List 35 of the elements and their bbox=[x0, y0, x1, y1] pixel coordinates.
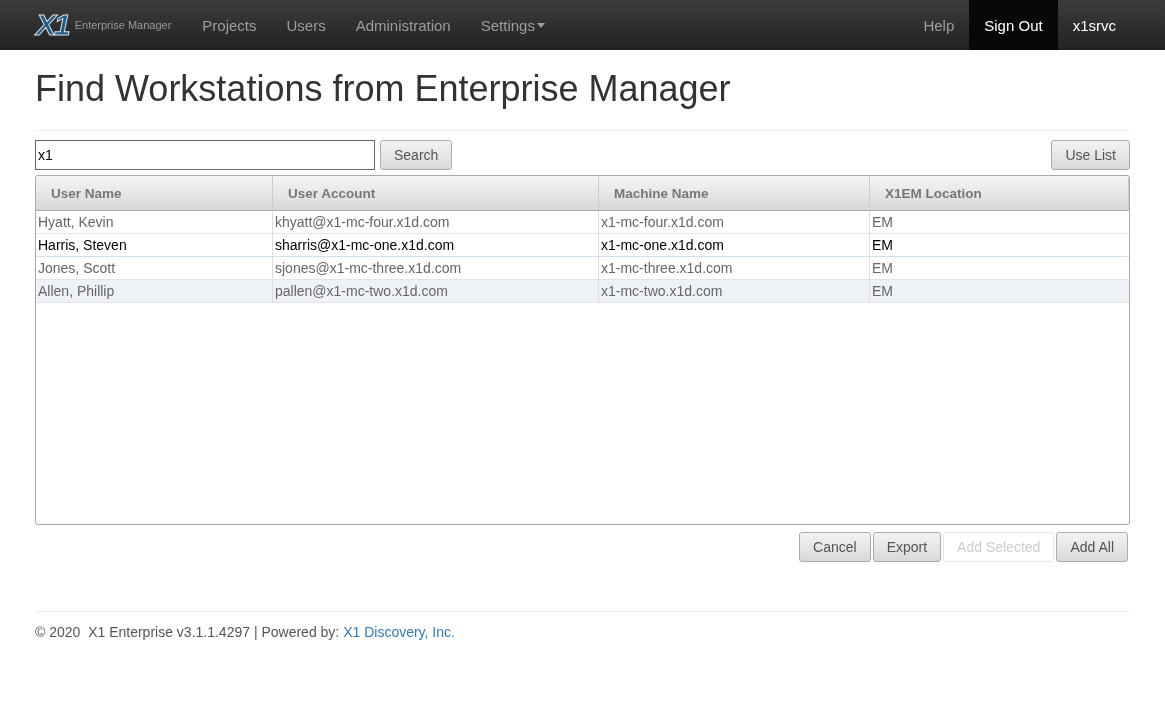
use-list-button[interactable]: Use List bbox=[1051, 140, 1130, 170]
table-cell[interactable]: x1-mc-two.x1d.com bbox=[599, 280, 870, 303]
action-button[interactable]: Cancel bbox=[799, 532, 871, 562]
table-cell[interactable]: x1-mc-three.x1d.com bbox=[599, 257, 870, 280]
company-link[interactable]: X1 Discovery, Inc. bbox=[343, 624, 455, 640]
nav-link[interactable]: Users bbox=[271, 0, 341, 50]
nav-link[interactable]: Help bbox=[908, 0, 970, 50]
table-cell[interactable]: khyatt@x1-mc-four.x1d.com bbox=[273, 211, 599, 234]
column-header[interactable]: User Name bbox=[36, 176, 273, 211]
table-cell[interactable]: sharris@x1-mc-one.x1d.com bbox=[273, 234, 599, 257]
footer-text: © 2020 X1 Enterprise v3.1.1.4297 | Powered by: X1 Discovery, Inc. bbox=[35, 624, 456, 640]
nav-dropdown[interactable]: Settings bbox=[465, 0, 560, 50]
column-header[interactable]: X1EM Location bbox=[870, 176, 1129, 211]
column-header[interactable]: Machine Name bbox=[599, 176, 870, 211]
table-cell[interactable]: x1-mc-one.x1d.com bbox=[599, 234, 870, 257]
nav-link[interactable]: Sign Out bbox=[969, 0, 1058, 50]
nav-link[interactable]: x1srvc bbox=[1057, 0, 1131, 50]
nav-link[interactable]: Administration bbox=[340, 0, 466, 50]
table-cell[interactable]: x1-mc-four.x1d.com bbox=[599, 211, 870, 234]
nav-link[interactable]: Projects bbox=[187, 0, 272, 50]
table-cell[interactable]: pallen@x1-mc-two.x1d.com bbox=[273, 280, 599, 303]
table-cell[interactable]: EM bbox=[870, 280, 1129, 303]
table-cell[interactable]: Harris, Steven bbox=[36, 234, 273, 257]
table-cell[interactable]: Allen, Phillip bbox=[36, 280, 273, 303]
caret-icon bbox=[536, 22, 545, 28]
search-field[interactable]: x1 bbox=[35, 140, 375, 170]
action-button[interactable]: Add All bbox=[1056, 532, 1128, 562]
page-title: Find Workstations from Enterprise Manager bbox=[35, 68, 1130, 131]
column-header[interactable]: User Account bbox=[273, 176, 599, 211]
table-cell[interactable]: sjones@x1-mc-three.x1d.com bbox=[273, 257, 599, 280]
table-cell[interactable]: Hyatt, Kevin bbox=[36, 211, 273, 234]
search-button[interactable]: Search bbox=[380, 140, 453, 170]
brand-text: Enterprise Manager bbox=[74, 19, 172, 31]
table-cell[interactable]: Jones, Scott bbox=[36, 257, 273, 280]
action-button[interactable]: Export bbox=[872, 532, 942, 562]
